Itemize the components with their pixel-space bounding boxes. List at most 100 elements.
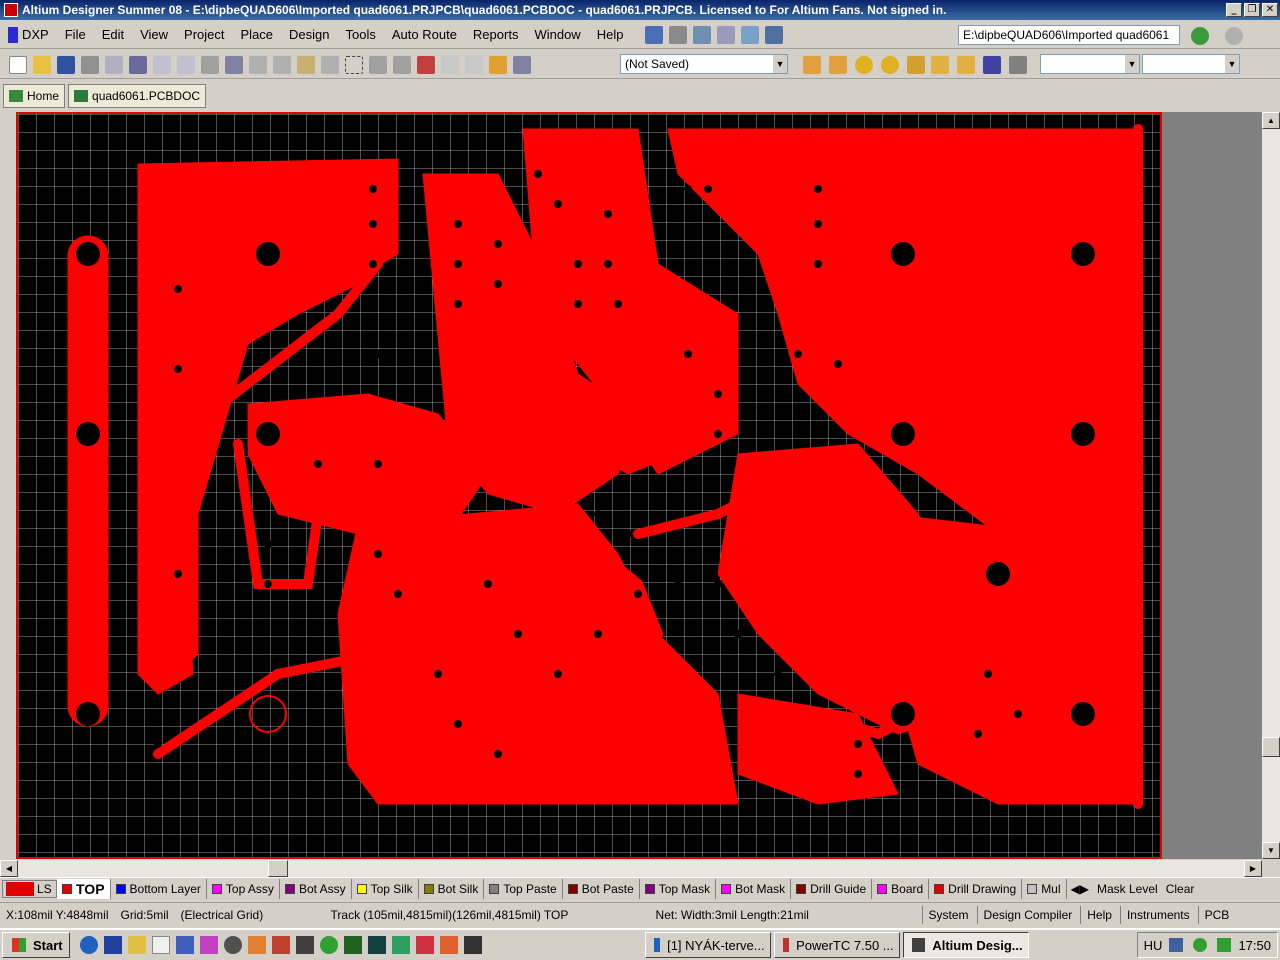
redo-icon[interactable] — [465, 55, 483, 74]
save-status-combo[interactable]: (Not Saved) ▼ — [620, 54, 788, 74]
polygon-icon[interactable] — [957, 56, 975, 74]
network-icon[interactable] — [1169, 938, 1184, 952]
quicklaunch-terminal-icon[interactable] — [343, 936, 362, 954]
scroll-right-icon[interactable]: ▶ — [1244, 860, 1262, 877]
new-document-icon[interactable] — [9, 55, 27, 74]
quicklaunch-green-icon[interactable] — [319, 936, 338, 954]
task-button-nyak[interactable]: [1] NYÁK-terve... — [644, 932, 771, 958]
quicklaunch-dark-icon[interactable] — [367, 936, 386, 954]
language-indicator[interactable]: HU — [1144, 938, 1163, 953]
zoom-fit-icon[interactable] — [153, 55, 171, 74]
interactive-route-icon[interactable] — [803, 56, 821, 74]
scroll-left-icon[interactable]: ◀ — [0, 860, 18, 877]
align-tool-icon[interactable] — [669, 25, 688, 44]
arc-icon[interactable] — [907, 56, 925, 74]
quicklaunch-flag-icon[interactable] — [463, 936, 482, 954]
scroll-thumb-vertical[interactable] — [1262, 737, 1280, 757]
panel-help-button[interactable]: Help — [1080, 905, 1118, 924]
layer-tab-top-silk[interactable]: Top Silk — [352, 878, 419, 899]
layer-tab-top-paste[interactable]: Top Paste — [484, 878, 563, 899]
document-path-combo[interactable]: E:\dipbeQUAD606\Imported quad6061 — [958, 25, 1180, 45]
zoom-selected-icon[interactable] — [201, 55, 219, 74]
browse-components-icon[interactable] — [513, 55, 531, 74]
forward-icon[interactable] — [1225, 27, 1243, 45]
zoom-area-icon[interactable] — [177, 55, 195, 74]
layer-tab-board[interactable]: Board — [872, 878, 930, 899]
menu-file[interactable]: File — [57, 27, 94, 42]
differential-route-icon[interactable] — [829, 56, 847, 74]
quicklaunch-doc-icon[interactable] — [151, 936, 170, 954]
task-button-altium[interactable]: Altium Desig... — [902, 932, 1029, 958]
filter-combo-2[interactable]: ▼ — [1142, 54, 1240, 74]
quicklaunch-brush-icon[interactable] — [439, 936, 458, 954]
pcb-canvas[interactable] — [16, 112, 1162, 859]
filter-combo-1[interactable]: ▼ — [1040, 54, 1140, 74]
find-tool-icon[interactable] — [693, 25, 712, 44]
tab-home[interactable]: Home — [3, 84, 66, 108]
layer-tab-top[interactable]: TOP — [57, 878, 111, 899]
print-preview-icon[interactable] — [105, 55, 123, 74]
select-area-icon[interactable] — [345, 55, 363, 74]
save-icon[interactable] — [57, 55, 75, 74]
component-icon[interactable] — [1009, 56, 1027, 74]
cross-probe-icon[interactable] — [489, 55, 507, 74]
media-icon[interactable] — [223, 936, 242, 954]
open-folder-icon[interactable] — [33, 55, 51, 74]
task-button-powertc[interactable]: PowerTC 7.50 ... — [773, 932, 900, 958]
back-icon[interactable] — [1191, 27, 1209, 45]
layer-tab-bot-paste[interactable]: Bot Paste — [563, 878, 640, 899]
pcb-layout-view[interactable] — [18, 114, 1160, 857]
tray-tool-icon[interactable] — [1217, 938, 1232, 952]
quicklaunch-pen-icon[interactable] — [295, 936, 314, 954]
layer-set-button[interactable]: LS — [2, 879, 57, 898]
rubber-stamp-icon[interactable] — [321, 55, 339, 74]
pad-icon[interactable] — [855, 56, 873, 74]
menu-reports[interactable]: Reports — [465, 27, 527, 42]
zoom-filter-icon[interactable] — [225, 55, 243, 74]
word-icon[interactable] — [175, 936, 194, 954]
menu-tools[interactable]: Tools — [338, 27, 384, 42]
menu-place[interactable]: Place — [233, 27, 282, 42]
layer-tab-top-mask[interactable]: Top Mask — [640, 878, 717, 899]
menu-design[interactable]: Design — [281, 27, 337, 42]
layer-scroll-icon[interactable]: ◀▶ — [1067, 882, 1093, 896]
paste-icon[interactable] — [297, 55, 315, 74]
layer-tab-bot-assy[interactable]: Bot Assy — [280, 878, 352, 899]
cut-icon[interactable] — [249, 55, 267, 74]
grid-tool-icon[interactable] — [765, 25, 784, 44]
select-overlapped-icon[interactable] — [393, 55, 411, 74]
vertical-scrollbar[interactable]: ▲ ▼ — [1262, 112, 1280, 859]
print-icon[interactable] — [81, 55, 99, 74]
ie-icon[interactable] — [79, 936, 98, 954]
clear-selection-icon[interactable] — [417, 55, 435, 74]
quicklaunch-app-icon[interactable] — [103, 936, 122, 954]
close-button[interactable]: ✕ — [1262, 3, 1278, 17]
start-button[interactable]: Start — [2, 932, 70, 958]
menu-dxp[interactable]: DXP — [0, 26, 57, 43]
panel-instruments-button[interactable]: Instruments — [1119, 905, 1196, 924]
paint-icon[interactable] — [199, 936, 218, 954]
quicklaunch-red-icon[interactable] — [271, 936, 290, 954]
layer-tab-bot-mask[interactable]: Bot Mask — [716, 878, 792, 899]
quicklaunch-diamond-icon[interactable] — [391, 936, 410, 954]
copy-icon[interactable] — [273, 55, 291, 74]
tray-green-icon[interactable] — [1193, 938, 1208, 952]
panel-pcb-button[interactable]: PCB — [1197, 905, 1236, 924]
panel-system-button[interactable]: System — [921, 905, 975, 924]
scroll-up-icon[interactable]: ▲ — [1262, 112, 1280, 129]
undo-icon[interactable] — [441, 55, 459, 74]
fill-icon[interactable] — [931, 56, 949, 74]
horizontal-scrollbar[interactable]: ◀ ▶ — [0, 860, 1262, 877]
minimize-button[interactable]: _ — [1226, 3, 1242, 17]
scroll-thumb-horizontal[interactable] — [268, 860, 288, 877]
dimension-tool-icon[interactable] — [717, 25, 736, 44]
room-tool-icon[interactable] — [741, 25, 760, 44]
mask-level-button[interactable]: Mask Level — [1093, 882, 1162, 896]
layer-tab-bot-silk[interactable]: Bot Silk — [419, 878, 485, 899]
tab-pcbdoc[interactable]: quad6061.PCBDOC — [68, 84, 207, 108]
move-icon[interactable] — [369, 55, 387, 74]
string-icon[interactable] — [983, 56, 1001, 74]
wiring-tool-icon[interactable] — [645, 25, 664, 44]
menu-auto-route[interactable]: Auto Route — [384, 27, 465, 42]
layer-tab-bottom[interactable]: Bottom Layer — [111, 878, 207, 899]
